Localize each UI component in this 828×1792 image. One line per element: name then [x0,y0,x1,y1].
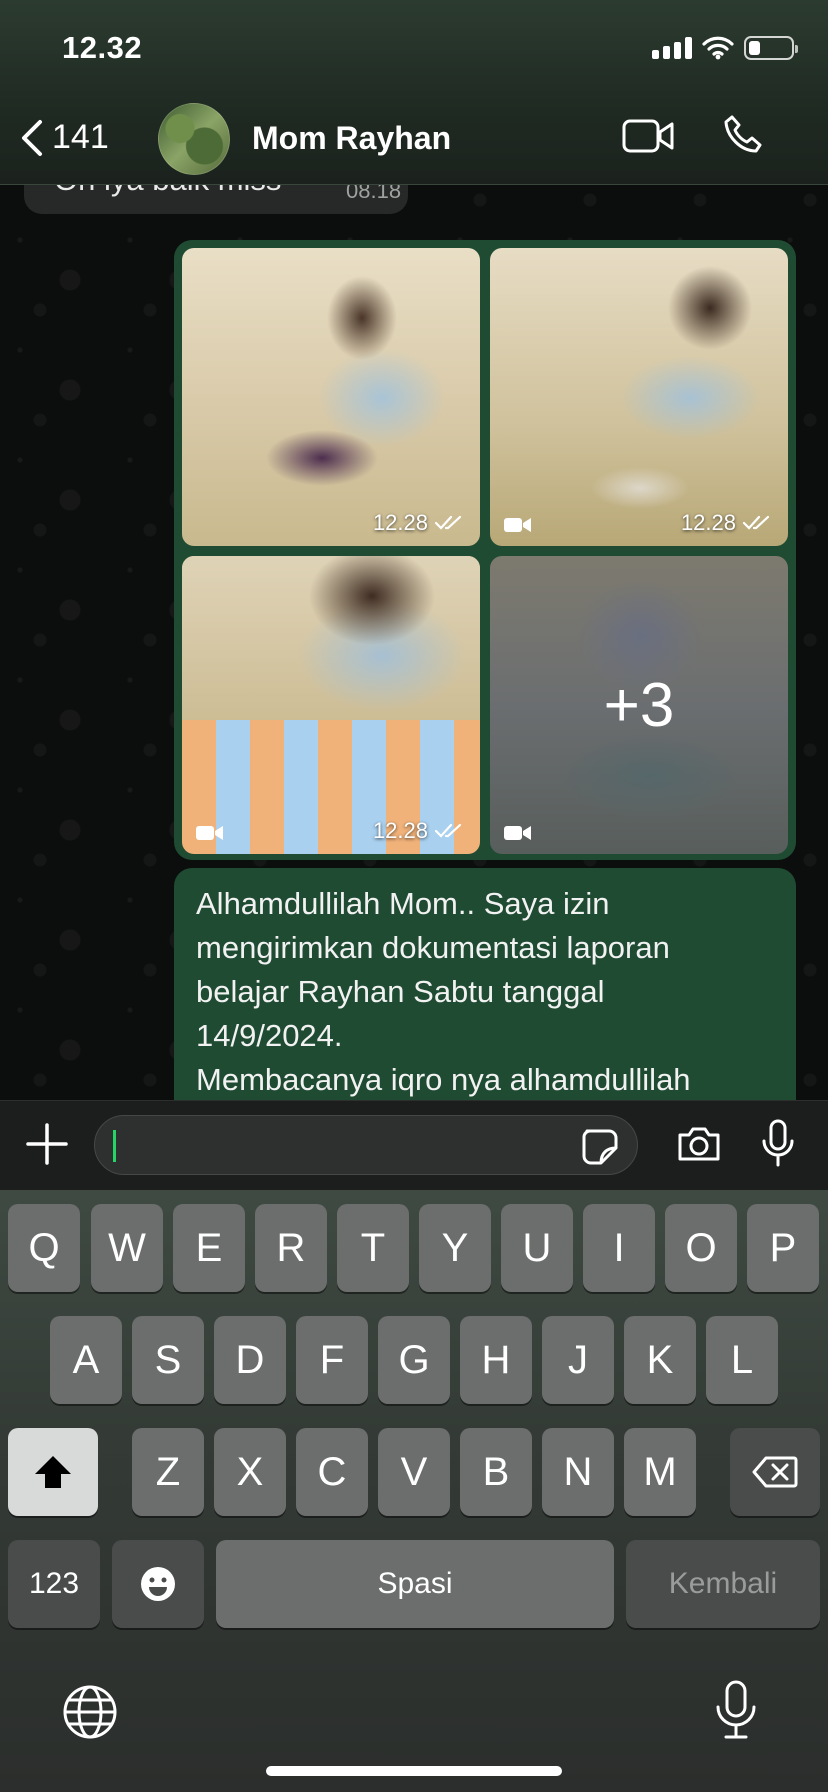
camera-icon[interactable] [676,1125,722,1163]
key-n[interactable]: N [542,1428,614,1516]
text-cursor [113,1130,116,1162]
key-o[interactable]: O [665,1204,737,1292]
chat-header: 12.32 141 Mom Rayhan [0,0,828,185]
message-line: belajar Rayhan Sabtu tanggal [196,974,605,1009]
backspace-icon [752,1456,798,1488]
key-w[interactable]: W [91,1204,163,1292]
space-key[interactable]: Spasi [216,1540,614,1628]
key-t[interactable]: T [337,1204,409,1292]
home-indicator[interactable] [266,1766,562,1776]
chevron-left-icon [22,119,42,156]
phone-call-icon[interactable] [722,114,764,156]
media-time: 12.28 [373,510,464,536]
video-icon [196,826,223,840]
message-line: Membacanya iqro nya alhamdullilah [196,1062,691,1097]
message-line: 14/9/2024. [196,1018,343,1053]
media-album-bubble[interactable]: 12.28 12.28 12.28 +3 [174,240,796,860]
key-e[interactable]: E [173,1204,245,1292]
key-k[interactable]: K [624,1316,696,1404]
media-time-text: 12.28 [680,510,736,535]
key-v[interactable]: V [378,1428,450,1516]
key-c[interactable]: C [296,1428,368,1516]
key-p[interactable]: P [747,1204,819,1292]
key-l[interactable]: L [706,1316,778,1404]
key-z[interactable]: Z [132,1428,204,1516]
microphone-icon[interactable] [760,1119,796,1169]
dictation-microphone-icon[interactable] [714,1680,758,1740]
key-b[interactable]: B [460,1428,532,1516]
key-i[interactable]: I [583,1204,655,1292]
emoji-icon [141,1567,175,1601]
message-composer [0,1100,828,1190]
key-u[interactable]: U [501,1204,573,1292]
key-q[interactable]: Q [8,1204,80,1292]
key-g[interactable]: G [378,1316,450,1404]
battery-icon [744,36,798,60]
read-check-icon [434,515,462,530]
media-tile-1[interactable]: 12.28 [182,248,480,546]
read-check-icon [742,515,770,530]
key-f[interactable]: F [296,1316,368,1404]
more-media-count: +3 [603,670,675,740]
key-m[interactable]: M [624,1428,696,1516]
read-check-icon [434,823,462,838]
message-input[interactable] [94,1115,638,1175]
key-d[interactable]: D [214,1316,286,1404]
plus-icon[interactable] [26,1123,68,1165]
photo-content [182,556,480,720]
key-x[interactable]: X [214,1428,286,1516]
media-tile-2[interactable]: 12.28 [490,248,788,546]
status-icons [652,36,798,60]
message-line: mengirimkan dokumentasi laporan [196,930,670,965]
key-h[interactable]: H [460,1316,532,1404]
key-r[interactable]: R [255,1204,327,1292]
numbers-key[interactable]: 123 [8,1540,100,1628]
emoji-key[interactable] [112,1540,204,1628]
back-button[interactable]: 141 [20,118,109,157]
globe-icon[interactable] [62,1684,118,1740]
shift-arrow-icon [35,1456,71,1488]
return-key[interactable]: Kembali [626,1540,820,1628]
media-time: 12.28 [681,510,772,536]
video-call-icon[interactable] [622,118,674,154]
key-a[interactable]: A [50,1316,122,1404]
contact-name[interactable]: Mom Rayhan [252,120,451,157]
keyboard: Q W E R T Y U I O P A S D F G H J K L Z … [0,1190,828,1792]
key-j[interactable]: J [542,1316,614,1404]
status-time: 12.32 [62,30,143,65]
media-tile-3[interactable]: 12.28 [182,556,480,854]
media-time: 12.28 [373,818,464,844]
wifi-icon [702,36,734,60]
sticker-icon[interactable] [581,1128,619,1166]
key-s[interactable]: S [132,1316,204,1404]
avatar[interactable] [158,103,230,175]
media-time-text: 12.28 [372,818,428,843]
key-y[interactable]: Y [419,1204,491,1292]
message-line: Alhamdullilah Mom.. Saya izin [196,886,610,921]
outgoing-message-bubble[interactable]: Alhamdullilah Mom.. Saya izin mengirimka… [174,868,796,1100]
signal-icon [652,37,692,59]
media-tile-more[interactable]: +3 [490,556,788,854]
video-icon [504,826,531,840]
shift-key[interactable] [8,1428,98,1516]
backspace-key[interactable] [730,1428,820,1516]
media-time-text: 12.28 [372,510,428,535]
unread-count: 141 [52,118,109,156]
video-icon [504,518,531,532]
